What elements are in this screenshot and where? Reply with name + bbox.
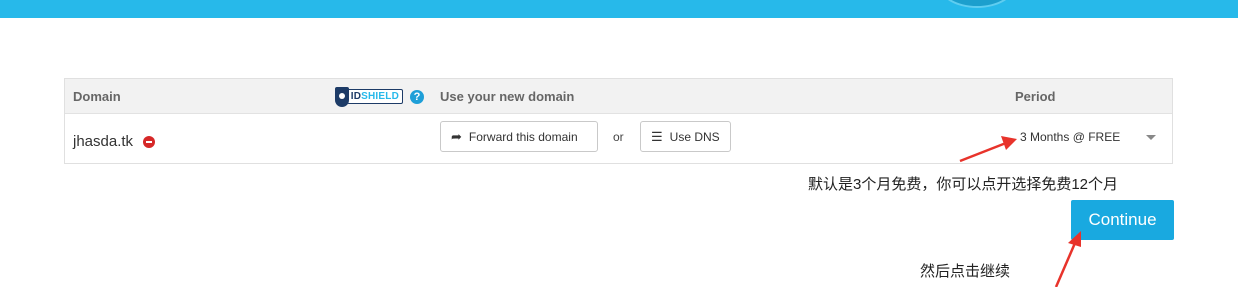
arrow-to-continue-button xyxy=(1054,231,1081,287)
arrow-to-period-select xyxy=(959,136,1017,163)
annotation-arrows xyxy=(959,136,1081,287)
